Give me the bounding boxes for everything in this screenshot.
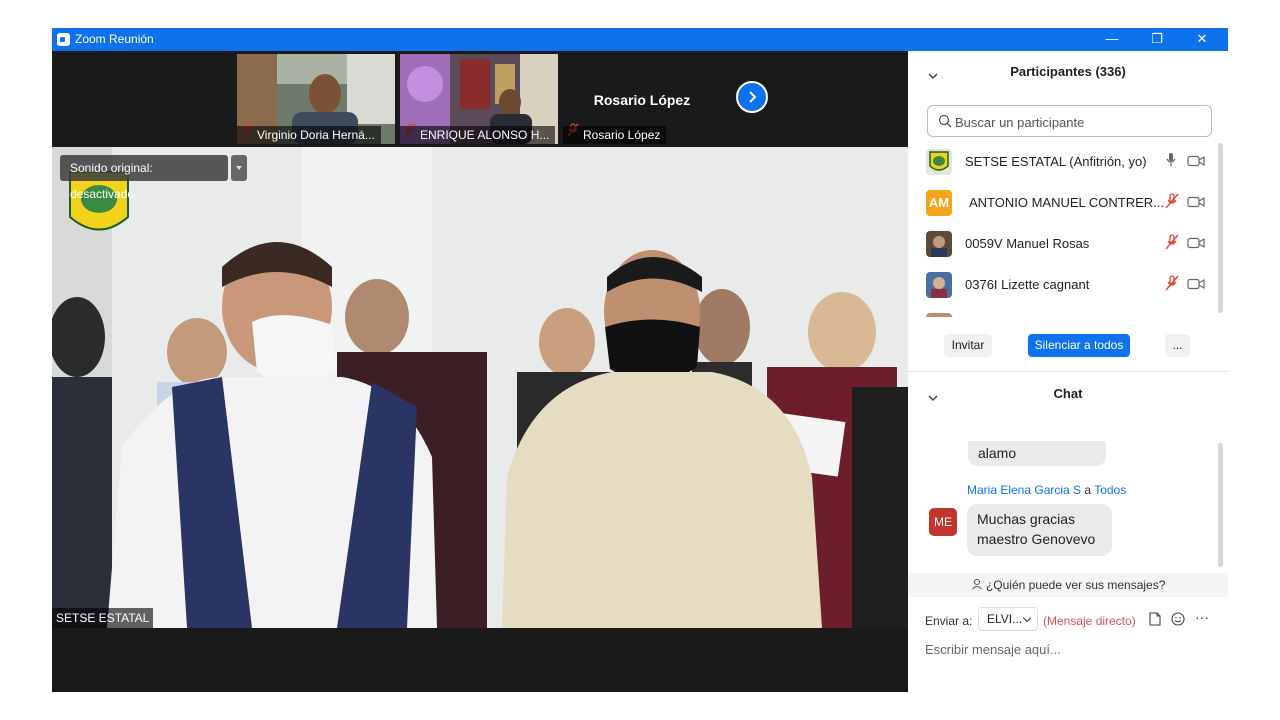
chat-scrollbar[interactable]: [1218, 443, 1223, 567]
emoji-icon[interactable]: [1171, 612, 1185, 631]
chat-header: Chat: [908, 373, 1228, 413]
avatar: [926, 313, 952, 317]
original-sound-button[interactable]: Sonido original: desactivado: [60, 155, 228, 201]
participants-title: Participantes (336): [1010, 64, 1126, 79]
video-stage: Virginio Doria Herná... ENRIQUE ALONSO H…: [52, 51, 908, 692]
message-line: Muchas gracias: [977, 511, 1076, 527]
title-bar: Zoom Reunión — ❐ ✕: [52, 28, 1228, 51]
speaker-video-frame: [52, 147, 908, 628]
message-input[interactable]: [925, 637, 1215, 661]
who-can-see-bar[interactable]: ¿Quién puede ver sus mensajes?: [908, 573, 1228, 597]
chat-message: alamo: [968, 441, 1106, 466]
participant-name: 0059V Manuel Rosas: [965, 236, 1090, 251]
chat-title: Chat: [1053, 386, 1083, 401]
direct-message-label: (Mensaje directo): [1043, 614, 1136, 628]
participant-row[interactable]: AM ANTONIO MANUEL CONTRER...: [908, 182, 1228, 223]
avatar: [926, 231, 952, 257]
participants-scrollbar[interactable]: [1218, 143, 1223, 313]
avatar: [926, 272, 952, 298]
sender-to-label: a: [1084, 483, 1092, 497]
message-sender: Maria Elena Garcia S a Todos: [967, 483, 1126, 497]
mute-all-button[interactable]: Silenciar a todos: [1028, 334, 1130, 357]
minimize-button[interactable]: —: [1089, 28, 1135, 51]
thumbnail-name: Virginio Doria Herná...: [237, 126, 381, 144]
avatar: AM: [926, 190, 952, 216]
video-camera-icon[interactable]: [1187, 154, 1205, 172]
sound-options-dropdown[interactable]: [231, 155, 247, 181]
sender-name[interactable]: Maria Elena Garcia S: [967, 483, 1081, 497]
zoom-logo-icon: [57, 33, 70, 46]
thumbnail-name: Rosario López: [563, 126, 667, 144]
side-panel: Participantes (336) SETSE ESTATAL (Anfit…: [908, 51, 1228, 692]
invite-button[interactable]: Invitar: [944, 334, 992, 357]
participant-list: SETSE ESTATAL (Anfitrión, yo) AM ANTONIO…: [908, 141, 1228, 317]
participants-header: Participantes (336): [908, 51, 1228, 91]
participant-name: SETSE ESTATAL (Anfitrión, yo): [965, 154, 1147, 169]
restore-button[interactable]: ❐: [1134, 28, 1180, 51]
muted-mic-icon[interactable]: [1164, 193, 1180, 214]
recipient-name: Todos: [1094, 483, 1127, 497]
search-icon: [938, 114, 952, 133]
avatar: [926, 149, 952, 175]
video-camera-icon[interactable]: [1187, 277, 1205, 295]
file-icon[interactable]: [1149, 612, 1161, 631]
video-camera-icon[interactable]: [1187, 236, 1205, 254]
chat-messages: alamo Maria Elena Garcia S a Todos ME Mu…: [908, 441, 1228, 581]
participant-name: 0376I Lizette cagnant: [965, 277, 1090, 292]
divider: [908, 371, 1228, 372]
chevron-right-icon: [749, 91, 757, 103]
zoom-window: Zoom Reunión — ❐ ✕ Virginio Doria Herná.…: [52, 28, 1228, 692]
participant-row[interactable]: 0376I Lizette cagnant: [908, 264, 1228, 305]
muted-mic-icon[interactable]: [1164, 234, 1180, 255]
video-thumbnail-2[interactable]: ENRIQUE ALONSO H...: [400, 54, 558, 144]
who-can-see-text: ¿Quién puede ver sus mensajes?: [985, 578, 1166, 592]
more-options-button[interactable]: ...: [1165, 334, 1190, 357]
video-camera-icon[interactable]: [1187, 195, 1205, 213]
close-button[interactable]: ✕: [1179, 28, 1225, 51]
video-thumbnail-1[interactable]: Virginio Doria Herná...: [237, 54, 395, 144]
thumbnail-display-name: Rosario López: [593, 92, 691, 108]
chat-message: Muchas gracias maestro Genovevo: [967, 504, 1112, 556]
mic-icon[interactable]: [1164, 152, 1178, 173]
participant-row[interactable]: 0059V Manuel Rosas: [908, 223, 1228, 264]
send-to-label: Enviar a:: [925, 614, 973, 628]
search-input[interactable]: [955, 112, 1205, 132]
participant-search[interactable]: [927, 105, 1212, 137]
main-speaker-video[interactable]: Sonido original: desactivado SETSE ESTAT…: [52, 147, 908, 628]
person-icon: [971, 578, 982, 590]
video-thumbnail-3[interactable]: Rosario López Rosario López: [563, 54, 721, 144]
message-line: maestro Genovevo: [977, 531, 1096, 547]
chat-more-button[interactable]: ···: [1195, 609, 1209, 625]
participant-row[interactable]: SETSE ESTATAL (Anfitrión, yo): [908, 141, 1228, 182]
avatar: ME: [929, 508, 957, 536]
window-title: Zoom Reunión: [75, 32, 154, 46]
participant-name: ANTONIO MANUEL CONTRER...: [969, 195, 1165, 210]
next-page-button[interactable]: [736, 81, 768, 113]
speaker-name-label: SETSE ESTATAL: [52, 608, 154, 628]
muted-mic-icon[interactable]: [1164, 275, 1180, 296]
thumbnail-name: ENRIQUE ALONSO H...: [400, 126, 556, 144]
recipient-select[interactable]: ELVI...: [978, 607, 1038, 631]
participant-row-partial[interactable]: [908, 305, 1228, 317]
message-text: alamo: [978, 445, 1017, 461]
